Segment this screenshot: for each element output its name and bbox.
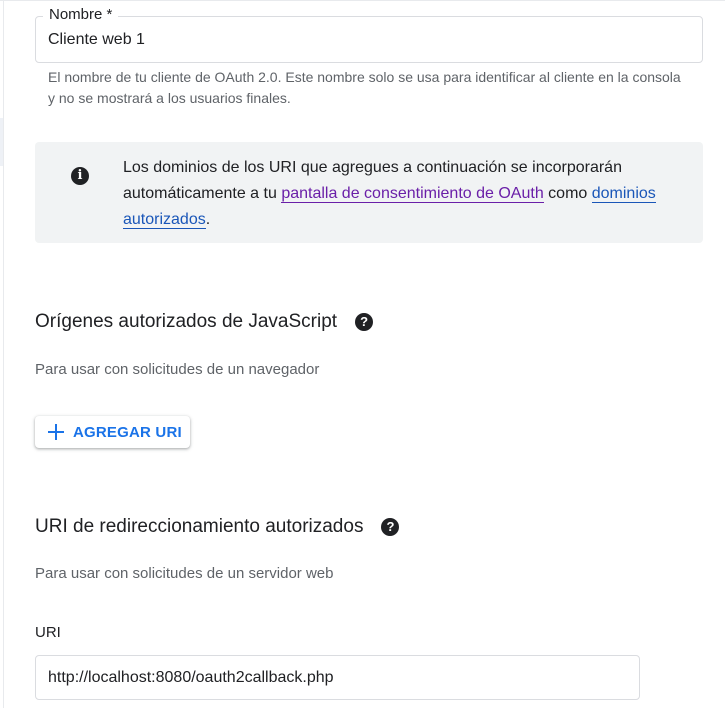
js-origins-title: Orígenes autorizados de JavaScript ? xyxy=(35,310,374,334)
left-divider xyxy=(3,0,4,708)
left-accent-bar xyxy=(0,118,3,166)
redirect-uris-description: Para usar con solicitudes de un servidor… xyxy=(35,565,334,582)
help-icon[interactable]: ? xyxy=(381,518,400,536)
js-origins-description: Para usar con solicitudes de un navegado… xyxy=(35,361,320,378)
name-field-value[interactable]: Cliente web 1 xyxy=(48,30,145,50)
info-callout: i Los dominios de los URI que agregues a… xyxy=(35,142,703,243)
redirect-uris-title-text: URI de redireccionamiento autorizados xyxy=(35,516,364,537)
plus-icon xyxy=(47,423,65,441)
name-helper-text: El nombre de tu cliente de OAuth 2.0. Es… xyxy=(48,69,681,106)
info-text-after: . xyxy=(205,211,211,228)
redirect-uri-field[interactable]: http://localhost:8080/oauth2callback.php xyxy=(35,655,640,700)
redirect-uris-title: URI de redireccionamiento autorizados ? xyxy=(35,515,400,539)
top-divider xyxy=(0,0,725,1)
info-text: Los dominios de los URI que agregues a c… xyxy=(123,155,683,233)
name-field-label: Nombre * xyxy=(43,6,119,24)
info-text-middle: como xyxy=(543,185,592,202)
redirect-uri-value[interactable]: http://localhost:8080/oauth2callback.php xyxy=(48,668,334,688)
help-icon[interactable]: ? xyxy=(355,313,374,331)
info-icon: i xyxy=(71,167,89,185)
add-uri-button[interactable]: AGREGAR URI xyxy=(35,416,190,448)
consent-screen-link[interactable]: pantalla de consentimiento de OAuth xyxy=(281,185,544,203)
uri-field-label: URI xyxy=(35,624,61,641)
add-uri-label: AGREGAR URI xyxy=(73,423,182,441)
name-field[interactable]: Nombre * Cliente web 1 xyxy=(35,6,703,63)
js-origins-title-text: Orígenes autorizados de JavaScript xyxy=(35,311,338,332)
